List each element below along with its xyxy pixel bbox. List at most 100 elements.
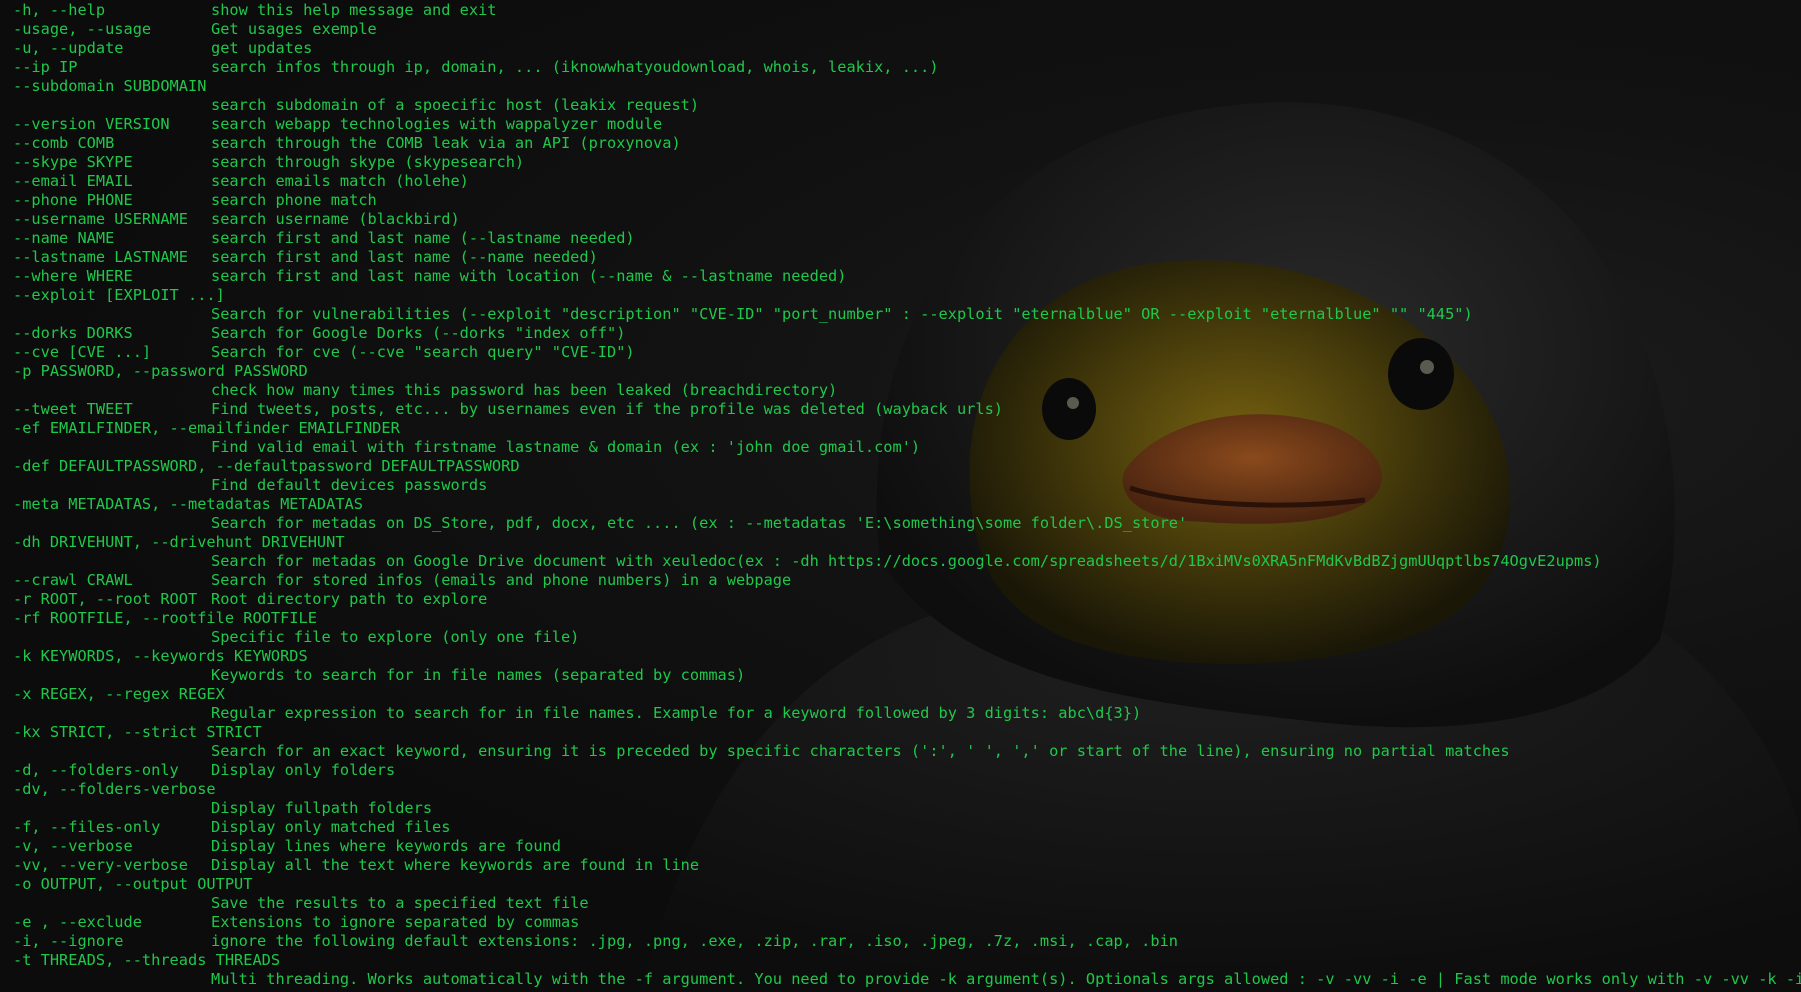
help-line: -x REGEX, --regex REGEX (13, 685, 1801, 704)
help-line: Multi threading. Works automatically wit… (13, 970, 1801, 989)
help-line: -f, --files-only Display only matched fil… (13, 818, 1801, 837)
help-line: -o OUTPUT, --output OUTPUT (13, 875, 1801, 894)
option-description: search first and last name (--name neede… (211, 248, 598, 266)
option-flag: -i, --ignore (13, 932, 124, 950)
help-line: -h, --help show this help message and exi… (13, 1, 1801, 20)
option-flag: -meta METADATAS, --metadatas METADATAS (13, 495, 363, 513)
help-line: -usage, --usage Get usages exemple (13, 20, 1801, 39)
help-line: --tweet TWEET Find tweets, posts, etc... … (13, 400, 1801, 419)
help-line: --lastname LASTNAME search first and last… (13, 248, 1801, 267)
help-line: --ip IP search infos through ip, domain, … (13, 58, 1801, 77)
option-flag: -o OUTPUT, --output OUTPUT (13, 875, 253, 893)
option-flag: --phone PHONE (13, 191, 133, 209)
help-line: -meta METADATAS, --metadatas METADATAS (13, 495, 1801, 514)
option-flag: -vv, --very-verbose (13, 856, 188, 874)
help-line: --cve [CVE ...] Search for cve (--cve "se… (13, 343, 1801, 362)
help-line: Find valid email with firstname lastname… (13, 438, 1801, 457)
help-line: -vv, --very-verbose Display all the text … (13, 856, 1801, 875)
option-flag: --username USERNAME (13, 210, 188, 228)
option-flag: --tweet TWEET (13, 400, 133, 418)
option-flag: -dh DRIVEHUNT, --drivehunt DRIVEHUNT (13, 533, 345, 551)
help-line: -v, --verbose Display lines where keyword… (13, 837, 1801, 856)
help-line: -dv, --folders-verbose (13, 780, 1801, 799)
help-line: --skype SKYPE search through skype (skype… (13, 153, 1801, 172)
option-flag: -f, --files-only (13, 818, 161, 836)
help-line: --where WHERE search first and last name … (13, 267, 1801, 286)
option-description: Display fullpath folders (211, 799, 433, 817)
option-description: get updates (211, 39, 313, 57)
help-line: Find default devices passwords (13, 476, 1801, 495)
option-description: search subdomain of a spoecific host (le… (211, 96, 700, 114)
help-line: --dorks DORKS Search for Google Dorks (--… (13, 324, 1801, 343)
help-line: --email EMAIL search emails match (holehe… (13, 172, 1801, 191)
help-output: -h, --help show this help message and exi… (13, 1, 1801, 989)
option-description: search emails match (holehe) (211, 172, 469, 190)
option-flag: -x REGEX, --regex REGEX (13, 685, 225, 703)
option-description: Multi threading. Works automatically wit… (211, 970, 1801, 988)
option-flag: --comb COMB (13, 134, 115, 152)
option-description: check how many times this password has b… (211, 381, 838, 399)
option-flag: -usage, --usage (13, 20, 152, 38)
option-description: Display only folders (211, 761, 396, 779)
option-description: Search for Google Dorks (--dorks "index … (211, 324, 626, 342)
option-description: show this help message and exit (211, 1, 497, 19)
option-flag: -k KEYWORDS, --keywords KEYWORDS (13, 647, 308, 665)
option-flag: -d, --folders-only (13, 761, 179, 779)
option-flag: -u, --update (13, 39, 124, 57)
option-flag: -r ROOT, --root ROOT (13, 590, 198, 608)
option-flag: -dv, --folders-verbose (13, 780, 216, 798)
help-line: -e , --exclude Extensions to ignore separ… (13, 913, 1801, 932)
help-line: Search for metadas on Google Drive docum… (13, 552, 1801, 571)
help-line: -k KEYWORDS, --keywords KEYWORDS (13, 647, 1801, 666)
help-line: --comb COMB search through the COMB leak … (13, 134, 1801, 153)
help-line: --phone PHONE search phone match (13, 191, 1801, 210)
help-line: Search for metadas on DS_Store, pdf, doc… (13, 514, 1801, 533)
option-description: Save the results to a specified text fil… (211, 894, 589, 912)
help-line: Save the results to a specified text fil… (13, 894, 1801, 913)
option-description: search phone match (211, 191, 377, 209)
help-line: -i, --ignore ignore the following default… (13, 932, 1801, 951)
option-flag: -v, --verbose (13, 837, 133, 855)
option-flag: --email EMAIL (13, 172, 133, 190)
help-line: -u, --update get updates (13, 39, 1801, 58)
option-flag: -kx STRICT, --strict STRICT (13, 723, 262, 741)
help-line: --version VERSION search webapp technolog… (13, 115, 1801, 134)
option-description: Search for metadas on Google Drive docum… (211, 552, 1602, 570)
help-line: --exploit [EXPLOIT ...] (13, 286, 1801, 305)
help-line: -ef EMAILFINDER, --emailfinder EMAILFIND… (13, 419, 1801, 438)
option-flag: --where WHERE (13, 267, 133, 285)
option-description: ignore the following default extensions:… (211, 932, 1178, 950)
option-description: Keywords to search for in file names (se… (211, 666, 746, 684)
option-description: Search for metadas on DS_Store, pdf, doc… (211, 514, 1188, 532)
terminal-window[interactable]: -h, --help show this help message and exi… (0, 0, 1801, 992)
option-description: Display all the text where keywords are … (211, 856, 700, 874)
option-flag: --lastname LASTNAME (13, 248, 188, 266)
option-flag: --crawl CRAWL (13, 571, 133, 589)
option-flag: --name NAME (13, 229, 115, 247)
option-flag: -t THREADS, --threads THREADS (13, 951, 281, 969)
option-flag: -def DEFAULTPASSWORD, --defaultpassword … (13, 457, 520, 475)
option-description: search webapp technologies with wappalyz… (211, 115, 663, 133)
option-description: Specific file to explore (only one file) (211, 628, 580, 646)
option-description: Root directory path to explore (211, 590, 488, 608)
help-line: -p PASSWORD, --password PASSWORD (13, 362, 1801, 381)
option-description: Display only matched files (211, 818, 451, 836)
option-flag: --skype SKYPE (13, 153, 133, 171)
help-line: -dh DRIVEHUNT, --drivehunt DRIVEHUNT (13, 533, 1801, 552)
option-description: search first and last name (--lastname n… (211, 229, 635, 247)
help-line: -r ROOT, --root ROOT Root directory path … (13, 590, 1801, 609)
help-line: Regular expression to search for in file… (13, 704, 1801, 723)
help-line: Keywords to search for in file names (se… (13, 666, 1801, 685)
option-description: search infos through ip, domain, ... (ik… (211, 58, 939, 76)
option-flag: -e , --exclude (13, 913, 142, 931)
option-description: Search for stored infos (emails and phon… (211, 571, 792, 589)
help-line: Display fullpath folders (13, 799, 1801, 818)
help-line: --subdomain SUBDOMAIN (13, 77, 1801, 96)
option-flag: --ip IP (13, 58, 78, 76)
help-line: Search for an exact keyword, ensuring it… (13, 742, 1801, 761)
option-description: Extensions to ignore separated by commas (211, 913, 580, 931)
help-line: --crawl CRAWL Search for stored infos (em… (13, 571, 1801, 590)
option-flag: --subdomain SUBDOMAIN (13, 77, 207, 95)
option-flag: --version VERSION (13, 115, 170, 133)
option-description: Display lines where keywords are found (211, 837, 561, 855)
